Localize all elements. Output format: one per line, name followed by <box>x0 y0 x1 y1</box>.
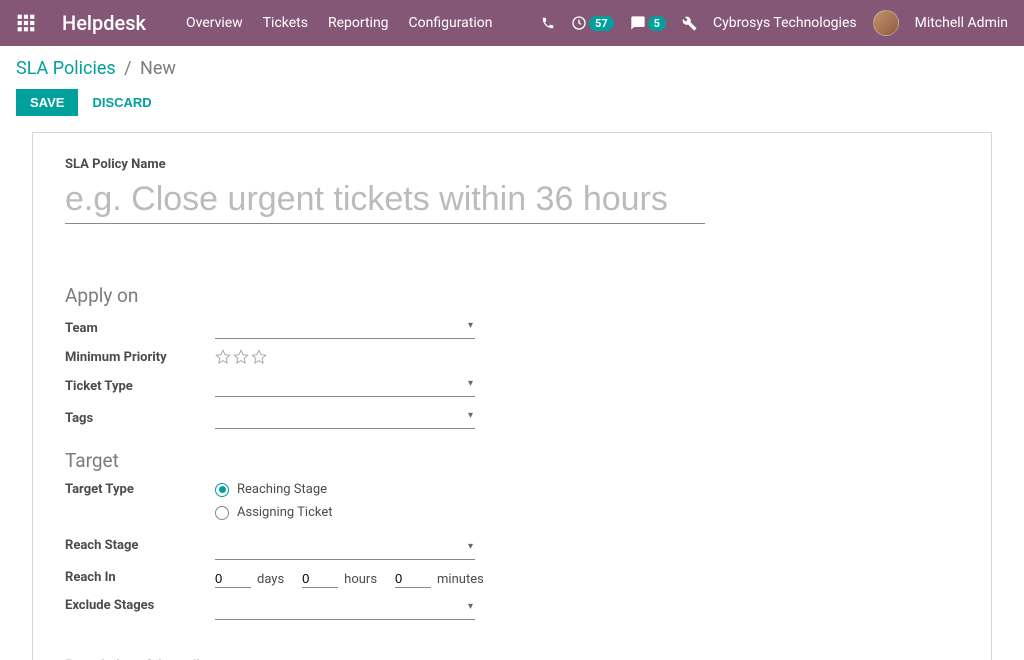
chevron-down-icon: ▾ <box>468 601 473 612</box>
tools-icon[interactable] <box>682 16 697 31</box>
description-input[interactable] <box>65 650 959 660</box>
chat-badge: 5 <box>648 16 666 31</box>
chevron-down-icon: ▾ <box>468 320 473 331</box>
apply-section-title: Apply on <box>65 284 959 307</box>
minutes-unit: minutes <box>437 572 484 587</box>
chevron-down-icon: ▾ <box>468 541 473 552</box>
tags-label: Tags <box>65 411 215 426</box>
apps-icon[interactable] <box>16 13 36 33</box>
breadcrumb-root[interactable]: SLA Policies <box>16 58 116 79</box>
target-grid: Target Type Reaching Stage Assigning Tic… <box>65 482 515 620</box>
activity-badge: 57 <box>589 16 614 31</box>
avatar[interactable] <box>873 10 899 36</box>
navbar-right: 57 5 Cybrosys Technologies Mitchell Admi… <box>541 10 1008 36</box>
radio-label: Reaching Stage <box>237 482 327 497</box>
control-panel: SLA Policies / New Save Discard <box>0 46 1024 120</box>
exclude-stages-label: Exclude Stages <box>65 598 215 613</box>
phone-icon[interactable] <box>541 16 555 30</box>
reach-stage-select[interactable]: ▾ <box>215 538 475 560</box>
content-scroll[interactable]: SLA Policy Name Apply on Team ▾ Minimum … <box>0 120 1024 660</box>
chevron-down-icon: ▾ <box>468 378 473 389</box>
menu-reporting[interactable]: Reporting <box>328 15 389 31</box>
top-navbar: Helpdesk Overview Tickets Reporting Conf… <box>0 0 1024 46</box>
star-icon[interactable] <box>215 349 231 365</box>
radio-reaching-stage[interactable]: Reaching Stage <box>215 482 475 497</box>
menu-configuration[interactable]: Configuration <box>409 15 493 31</box>
tags-select[interactable]: ▾ <box>215 407 475 429</box>
chevron-down-icon: ▾ <box>468 410 473 421</box>
days-unit: days <box>257 572 284 587</box>
breadcrumb: SLA Policies / New <box>16 58 1008 79</box>
apply-grid: Team ▾ Minimum Priority Ticket Type ▾ Ta… <box>65 317 515 429</box>
radio-icon <box>215 506 229 520</box>
app-brand[interactable]: Helpdesk <box>62 11 146 35</box>
target-section-title: Target <box>65 449 959 472</box>
discard-button[interactable]: Discard <box>82 89 161 116</box>
hours-unit: hours <box>344 572 377 587</box>
radio-label: Assigning Ticket <box>237 505 332 520</box>
company-name[interactable]: Cybrosys Technologies <box>713 15 857 31</box>
target-type-label: Target Type <box>65 482 215 497</box>
name-label: SLA Policy Name <box>65 157 959 172</box>
min-priority-label: Minimum Priority <box>65 350 215 365</box>
reach-in-row: days hours minutes <box>215 570 475 588</box>
breadcrumb-current: New <box>140 58 176 79</box>
radio-icon <box>215 483 229 497</box>
minutes-input[interactable] <box>395 570 431 588</box>
hours-input[interactable] <box>302 570 338 588</box>
team-label: Team <box>65 321 215 336</box>
policy-name-input[interactable] <box>65 174 705 224</box>
priority-stars[interactable] <box>215 349 475 365</box>
star-icon[interactable] <box>233 349 249 365</box>
reach-stage-label: Reach Stage <box>65 538 215 553</box>
action-buttons: Save Discard <box>16 89 1008 116</box>
user-name[interactable]: Mitchell Admin <box>915 15 1008 31</box>
activity-icon[interactable]: 57 <box>571 15 614 31</box>
exclude-stages-select[interactable]: ▾ <box>215 598 475 620</box>
team-select[interactable]: ▾ <box>215 317 475 339</box>
ticket-type-select[interactable]: ▾ <box>215 375 475 397</box>
save-button[interactable]: Save <box>16 89 78 116</box>
breadcrumb-sep: / <box>124 58 131 79</box>
radio-assigning-ticket[interactable]: Assigning Ticket <box>215 505 475 520</box>
star-icon[interactable] <box>251 349 267 365</box>
chat-icon[interactable]: 5 <box>630 15 666 31</box>
menu-overview[interactable]: Overview <box>186 15 243 31</box>
main-menu: Overview Tickets Reporting Configuration <box>186 15 493 31</box>
reach-in-label: Reach In <box>65 570 215 585</box>
menu-tickets[interactable]: Tickets <box>263 15 308 31</box>
ticket-type-label: Ticket Type <box>65 379 215 394</box>
form-sheet: SLA Policy Name Apply on Team ▾ Minimum … <box>32 132 992 660</box>
days-input[interactable] <box>215 570 251 588</box>
target-type-radios: Reaching Stage Assigning Ticket <box>215 482 475 528</box>
